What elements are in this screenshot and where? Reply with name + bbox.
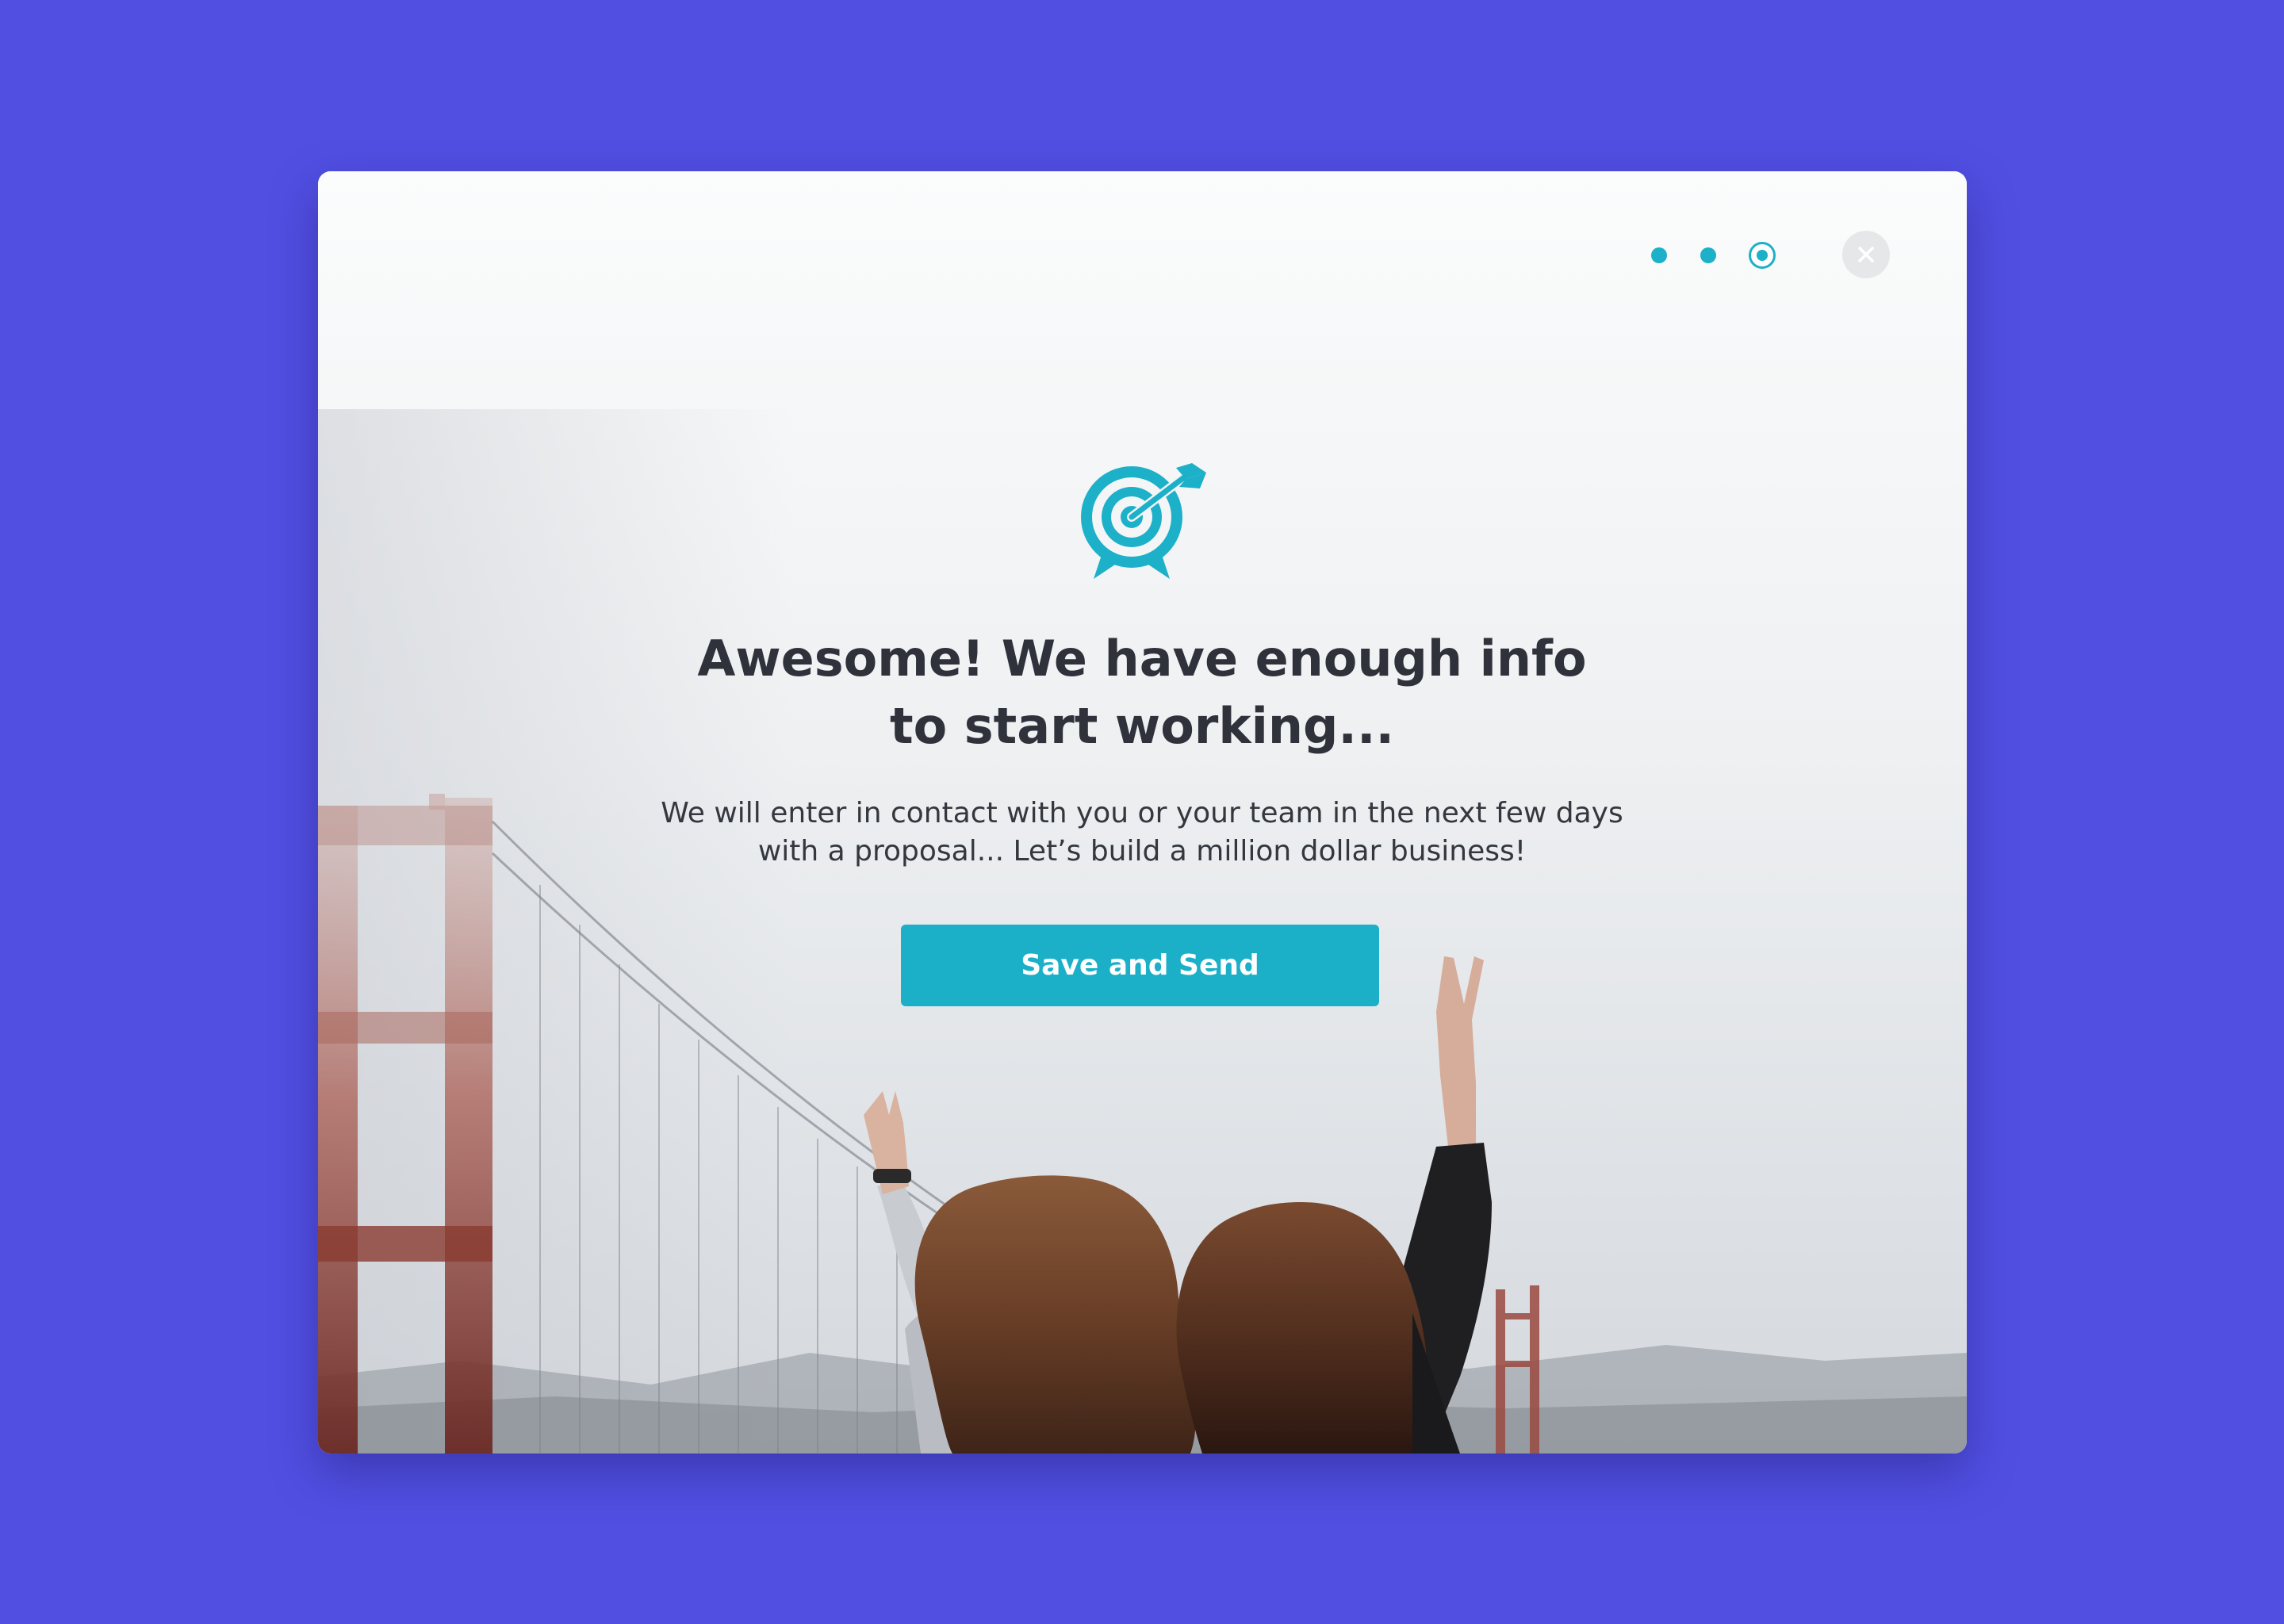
dialog-message: We will enter in contact with you or you… bbox=[627, 795, 1657, 871]
dialog-message-line-2: with a proposal... Let’s build a million… bbox=[757, 835, 1527, 868]
dialog-message-line-1: We will enter in contact with you or you… bbox=[661, 797, 1623, 829]
step-dot-2[interactable] bbox=[1700, 247, 1716, 263]
target-icon bbox=[1081, 463, 1206, 579]
dialog-title-line-1: Awesome! We have enough info bbox=[697, 630, 1587, 688]
step-dot-3-active[interactable] bbox=[1749, 242, 1776, 269]
close-icon bbox=[1858, 247, 1874, 262]
dialog-title-line-2: to start working... bbox=[889, 697, 1395, 755]
step-indicator-dots bbox=[1651, 242, 1776, 269]
save-and-send-button[interactable]: Save and Send bbox=[901, 925, 1379, 1006]
dialog-title: Awesome! We have enough info to start wo… bbox=[666, 625, 1618, 760]
close-button[interactable] bbox=[1842, 231, 1890, 278]
step-dot-1[interactable] bbox=[1651, 247, 1667, 263]
